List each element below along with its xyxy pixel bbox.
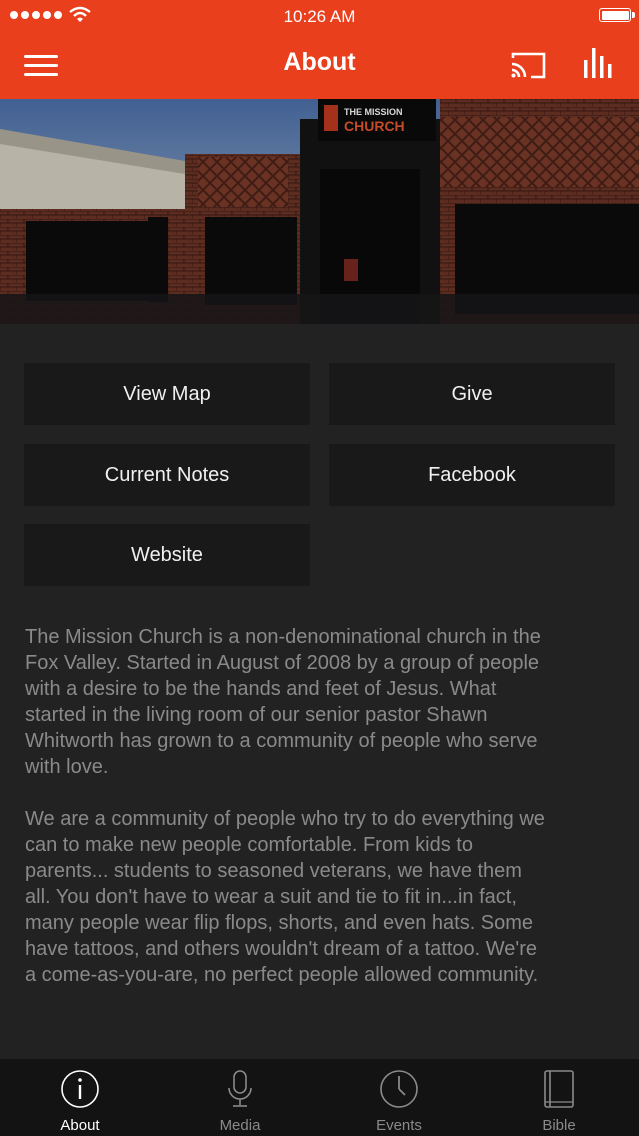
about-paragraph-1: The Mission Church is a non-denomination… <box>25 624 617 780</box>
current-notes-button[interactable]: Current Notes <box>24 444 310 506</box>
text-line: many people wear flip flops, shorts, and… <box>25 912 534 934</box>
about-description: The Mission Church is a non-denomination… <box>25 624 617 1014</box>
tab-label: Media <box>219 1117 261 1134</box>
text-line: with love. <box>25 756 109 778</box>
text-line: can to make new people comfortable. From… <box>25 834 473 856</box>
status-bar: 10:26 AM <box>0 0 639 33</box>
website-button[interactable]: Website <box>24 524 310 586</box>
view-map-button[interactable]: View Map <box>24 363 310 425</box>
tab-events[interactable]: Events <box>339 1059 459 1136</box>
give-button[interactable]: Give <box>329 363 615 425</box>
text-line: We are a community of people who try to … <box>25 808 545 830</box>
tab-about[interactable]: About <box>20 1059 140 1136</box>
tab-bible[interactable]: Bible <box>499 1059 619 1136</box>
book-icon <box>544 1070 574 1108</box>
tab-media[interactable]: Media <box>180 1059 300 1136</box>
church-building-image: THE MISSION CHURCH <box>0 99 639 324</box>
tab-label: Events <box>376 1117 422 1134</box>
text-line: all. You don't have to wear a suit and t… <box>25 886 517 908</box>
status-time: 10:26 AM <box>283 7 356 26</box>
text-line: a come-as-you-are, no perfect people all… <box>25 964 539 986</box>
info-icon <box>61 1070 99 1108</box>
microphone-icon <box>228 1070 252 1107</box>
text-line: parents... students to seasoned veterans… <box>25 860 522 882</box>
about-paragraph-2: We are a community of people who try to … <box>25 806 617 988</box>
tab-label: About <box>60 1117 100 1134</box>
battery-icon <box>599 8 635 22</box>
text-line: with a desire to be the hands and feet o… <box>25 678 497 700</box>
text-line: started in the living room of our senior… <box>25 704 488 726</box>
tab-label: Bible <box>542 1117 576 1134</box>
text-line: The Mission Church is a non-denomination… <box>25 626 541 648</box>
cast-icon[interactable] <box>509 50 547 80</box>
text-line: Fox Valley. Started in August of 2008 by… <box>25 652 540 674</box>
text-line: Whitworth has grown to a community of pe… <box>25 730 538 752</box>
app-header: 10:26 AM About <box>0 0 639 99</box>
clock-icon <box>380 1070 418 1108</box>
tab-bar: About Media Events Bible <box>0 1059 639 1136</box>
stats-icon[interactable] <box>582 46 614 80</box>
facebook-button[interactable]: Facebook <box>329 444 615 506</box>
text-line: have tattoos, and others wouldn't dream … <box>25 938 538 960</box>
